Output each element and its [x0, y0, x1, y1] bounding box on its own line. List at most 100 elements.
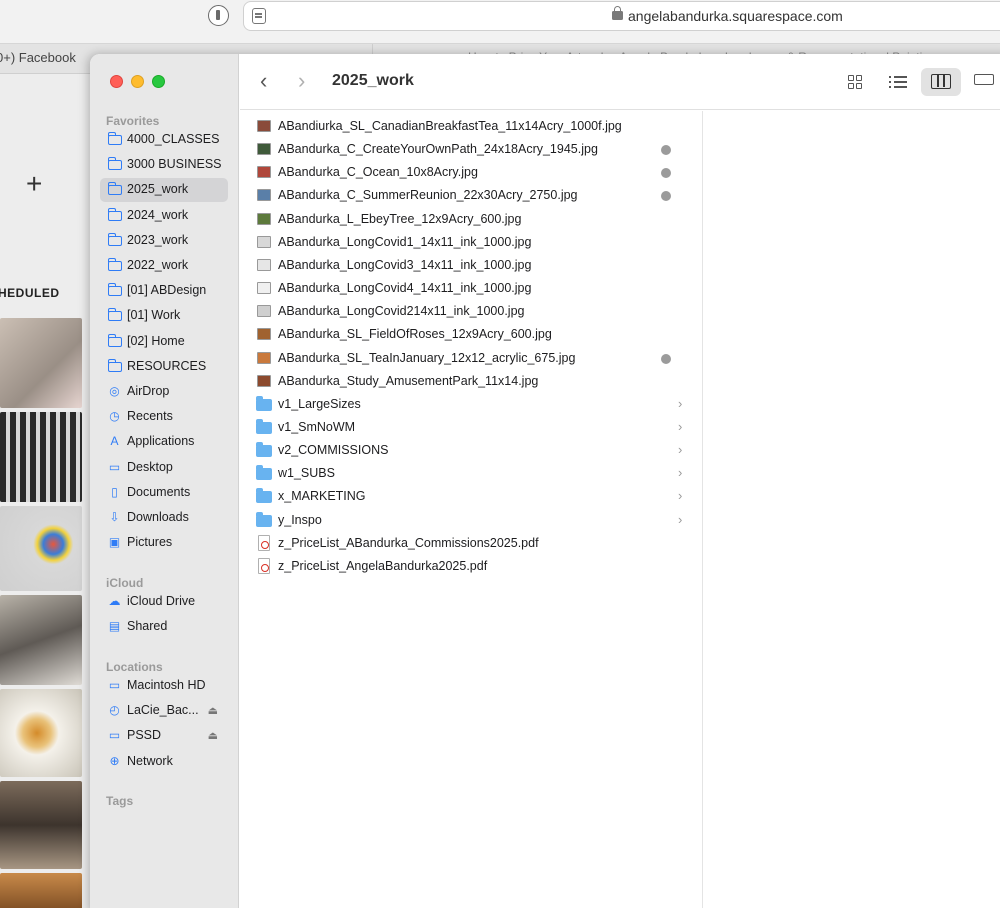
image-thumbnail-icon [257, 374, 271, 387]
forward-button[interactable]: › [298, 68, 305, 94]
sidebar-item-icloud-drive[interactable]: ☁ iCloud Drive [100, 590, 228, 614]
chevron-right-icon: › [678, 465, 683, 481]
post-thumbnail[interactable] [0, 873, 82, 908]
file-row[interactable]: ABandurka_C_CreateYourOwnPath_24x18Acry_… [254, 139, 694, 161]
file-row[interactable]: ABandiurka_SL_CanadianBreakfastTea_11x14… [254, 116, 694, 138]
minimize-window-button[interactable] [131, 75, 144, 88]
sidebar-item-macintosh-hd[interactable]: ▭ Macintosh HD [100, 674, 228, 698]
sidebar-item-3000-business[interactable]: 3000 BUSINESS [100, 153, 228, 177]
folder-icon [107, 232, 122, 246]
pdf-icon [258, 534, 270, 551]
sidebar-item-2022-work[interactable]: 2022_work [100, 254, 228, 278]
sidebar-item-label: Applications [127, 434, 195, 449]
disk-icon: ▭ [108, 678, 121, 692]
sidebar-item-2024-work[interactable]: 2024_work [100, 204, 228, 228]
folder-icon [256, 511, 272, 527]
file-row[interactable]: ABandurka_SL_FieldOfRoses_12x9Acry_600.j… [254, 324, 694, 346]
file-name: v1_SmNoWM [278, 419, 356, 434]
list-view-button[interactable] [878, 68, 918, 96]
sidebar-item-shared[interactable]: ▤ Shared [100, 615, 228, 639]
sidebar-item-pictures[interactable]: ▣ Pictures [100, 531, 228, 555]
column-view-button[interactable] [921, 68, 961, 96]
file-name: x_MARKETING [278, 489, 366, 504]
sidebar-item-resources[interactable]: RESOURCES [100, 355, 228, 379]
sidebar-item-lacie-bac[interactable]: ◴ LaCie_Bac... ⏏ [100, 699, 228, 723]
file-row[interactable]: ABandurka_SL_TeaInJanuary_12x12_acrylic_… [254, 348, 694, 370]
file-name: v2_COMMISSIONS [278, 443, 389, 458]
pictures-icon: ▣ [108, 535, 121, 550]
desktop-icon: ▭ [108, 459, 121, 474]
sidebar-item-applications[interactable]: A Applications [100, 430, 228, 454]
sidebar-item-01-abdesign[interactable]: [01] ABDesign [100, 279, 228, 303]
post-thumbnail[interactable] [0, 781, 82, 869]
file-row[interactable]: z_PriceList_AngelaBandurka2025.pdf [254, 556, 694, 578]
file-row[interactable]: ABandurka_L_EbeyTree_12x9Acry_600.jpg [254, 209, 694, 231]
sidebar-item-network[interactable]: ⊕ Network [100, 750, 228, 774]
post-thumbnail[interactable] [0, 412, 82, 502]
eject-icon[interactable]: ⏏ [208, 729, 218, 742]
folder-row[interactable]: v1_SmNoWM › [254, 417, 694, 439]
eject-icon[interactable]: ⏏ [208, 704, 218, 717]
file-row[interactable]: ABandurka_Study_AmusementPark_11x14.jpg [254, 371, 694, 393]
back-button[interactable]: ‹ [260, 68, 267, 94]
plus-icon[interactable]: + [26, 168, 42, 200]
file-row[interactable]: z_PriceList_ABandurka_Commissions2025.pd… [254, 533, 694, 555]
scheduled-label: HEDULED [0, 286, 60, 300]
file-row[interactable]: ABandurka_C_SummerReunion_22x30Acry_2750… [254, 185, 694, 207]
sidebar-item-2023-work[interactable]: 2023_work [100, 229, 228, 253]
folder-icon [107, 258, 122, 271]
sidebar-item-2025-work[interactable]: 2025_work [100, 178, 228, 203]
address-bar[interactable]: angelabandurka.squarespace.com [243, 1, 1000, 31]
sidebar-item-4000-classes[interactable]: 4000_CLASSES [100, 128, 228, 152]
gray-tag-dot [661, 168, 671, 179]
file-row[interactable]: ABandurka_LongCovid4_14x11_ink_1000.jpg [254, 278, 694, 300]
sidebar-item-label: 4000_CLASSES [127, 132, 220, 146]
sidebar-item-recents[interactable]: ◷ Recents [100, 405, 228, 429]
folder-row[interactable]: x_MARKETING › [254, 486, 694, 508]
folder-row[interactable]: v1_LargeSizes › [254, 394, 694, 416]
close-window-button[interactable] [110, 75, 123, 88]
file-row[interactable]: ABandurka_LongCovid1_14x11_ink_1000.jpg [254, 232, 694, 254]
sidebar-item-pssd[interactable]: ▭ PSSD ⏏ [100, 724, 228, 748]
post-thumbnail[interactable] [0, 318, 82, 408]
sidebar-item-02-home[interactable]: [02] Home [100, 330, 228, 354]
reader-view-icon[interactable] [252, 8, 266, 24]
folder-row[interactable]: y_Inspo › [254, 510, 694, 532]
sidebar-item-label: Recents [127, 409, 173, 424]
file-row[interactable]: ABandurka_LongCovid214x11_ink_1000.jpg [254, 301, 694, 323]
gallery-view-button[interactable] [964, 68, 1000, 96]
folder-icon [256, 395, 272, 411]
grid-icon [848, 75, 862, 89]
gallery-icon [974, 74, 994, 85]
post-thumbnail[interactable] [0, 595, 82, 685]
icon-view-button[interactable] [835, 68, 875, 96]
post-thumbnail[interactable] [0, 506, 82, 591]
lock-icon [612, 6, 623, 20]
password-manager-icon[interactable] [208, 5, 229, 26]
sidebar-item-documents[interactable]: ▯ Documents [100, 481, 228, 505]
tab-facebook[interactable]: 0+) Facebook [0, 50, 76, 65]
sidebar-item-desktop[interactable]: ▭ Desktop [100, 456, 228, 480]
sidebar-item-01-work[interactable]: [01] Work [100, 304, 228, 328]
file-row[interactable]: ABandurka_LongCovid3_14x11_ink_1000.jpg [254, 255, 694, 277]
folder-icon [256, 418, 272, 434]
sidebar-item-label: 2025_work [127, 182, 189, 197]
file-name: ABandurka_Study_AmusementPark_11x14.jpg [278, 373, 539, 388]
image-thumbnail-icon [257, 258, 271, 271]
folder-icon [107, 358, 122, 372]
chevron-right-icon: › [678, 442, 683, 458]
file-row[interactable]: ABandurka_C_Ocean_10x8Acry.jpg [254, 162, 694, 184]
folder-row[interactable]: v2_COMMISSIONS › [254, 440, 694, 462]
sidebar-item-airdrop[interactable]: ◎ AirDrop [100, 380, 228, 404]
image-thumbnail-icon [257, 282, 271, 295]
sidebar-item-label: LaCie_Bac... [127, 703, 199, 718]
image-thumbnail-icon [257, 166, 271, 179]
zoom-window-button[interactable] [152, 75, 165, 88]
folder-row[interactable]: w1_SUBS › [254, 463, 694, 485]
post-thumbnail[interactable] [0, 689, 82, 777]
folder-icon [107, 182, 122, 196]
sidebar-item-downloads[interactable]: ⇩ Downloads [100, 506, 228, 530]
file-name: ABandurka_C_SummerReunion_22x30Acry_2750… [278, 188, 578, 203]
globe-icon: ⊕ [109, 753, 120, 768]
file-name: ABandurka_L_EbeyTree_12x9Acry_600.jpg [278, 211, 522, 226]
